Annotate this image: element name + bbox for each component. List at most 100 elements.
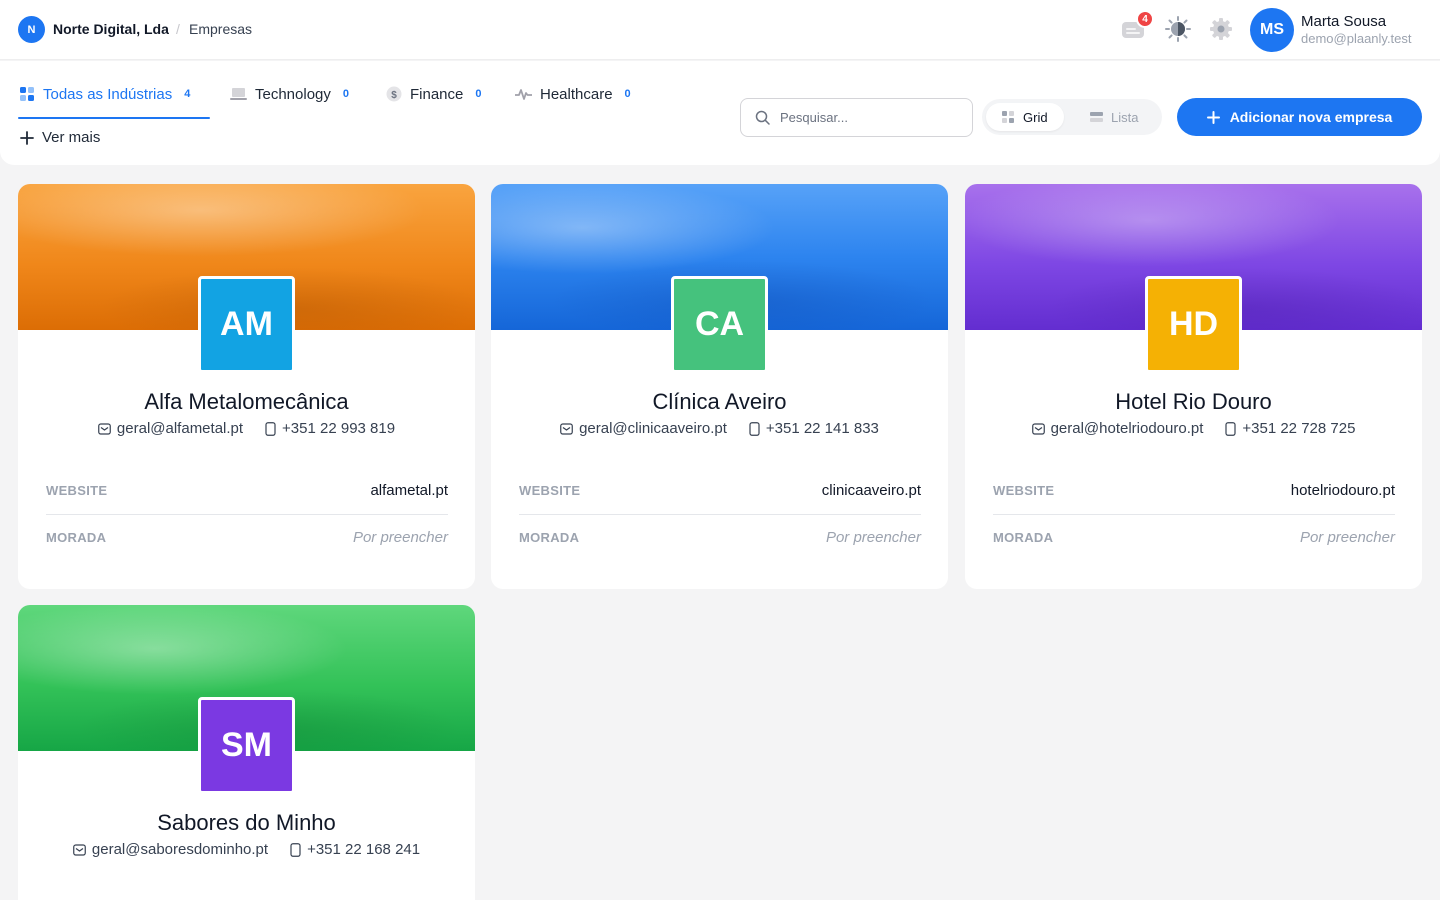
tab-label: Finance	[410, 85, 464, 103]
tab-healthcare[interactable]: Healthcare 0	[515, 83, 631, 105]
mail-icon	[98, 422, 111, 435]
plus-icon	[20, 130, 34, 145]
mail-icon	[73, 843, 86, 856]
mail-icon	[1031, 422, 1045, 435]
website-label: WEBSITE	[46, 483, 108, 498]
active-tab-indicator	[18, 117, 210, 119]
company-name[interactable]: Hotel Rio Douro	[965, 389, 1422, 415]
phone-icon	[749, 421, 760, 436]
svg-text:$: $	[391, 90, 397, 101]
website-value[interactable]: alfametal.pt	[370, 482, 448, 499]
website-label: WEBSITE	[993, 483, 1055, 498]
company-email-text: geral@hotelriodouro.pt	[1050, 420, 1204, 437]
company-card[interactable]: SM Sabores do Minho geral@saboresdominho…	[18, 605, 475, 900]
breadcrumb-page: Empresas	[189, 21, 253, 37]
company-card[interactable]: HD Hotel Rio Douro geral@hotelriodouro.p…	[965, 184, 1422, 589]
company-phone[interactable]: +351 22 993 819	[265, 420, 395, 437]
address-row: MORADA Por preencher	[46, 529, 448, 546]
search-icon	[755, 110, 770, 125]
tab-count: 4	[184, 88, 191, 100]
address-value: Por preencher	[352, 529, 448, 546]
breadcrumb-separator: /	[176, 21, 180, 37]
tab-label: Healthcare	[540, 85, 613, 103]
address-label: MORADA	[46, 530, 107, 545]
company-email[interactable]: geral@alfametal.pt	[98, 420, 243, 437]
divider	[46, 514, 448, 515]
company-phone-text: +351 22 728 725	[1242, 420, 1356, 437]
website-row: WEBSITE hotelriodouro.pt	[993, 482, 1395, 499]
website-value[interactable]: clinicaaveiro.pt	[822, 482, 921, 499]
company-phone[interactable]: +351 22 168 241	[290, 841, 420, 858]
divider	[993, 514, 1395, 515]
view-grid-button[interactable]: Grid	[986, 103, 1064, 131]
gear-icon	[1210, 18, 1232, 40]
tab-technology[interactable]: Technology 0	[230, 83, 349, 105]
company-name[interactable]: Alfa Metalomecânica	[18, 389, 475, 415]
company-logo: AM	[198, 276, 295, 373]
tab-count: 0	[475, 88, 482, 100]
theme-toggle-button[interactable]	[1163, 14, 1193, 44]
list-view-icon	[1090, 111, 1103, 122]
laptop-icon	[230, 88, 247, 100]
grid-view-icon	[1002, 110, 1014, 123]
search-box[interactable]	[740, 98, 973, 137]
sun-moon-icon	[1165, 16, 1191, 42]
address-row: MORADA Por preencher	[993, 529, 1395, 546]
user-avatar[interactable]: MS	[1250, 8, 1294, 52]
company-phone[interactable]: +351 22 141 833	[749, 420, 879, 437]
search-input[interactable]	[780, 110, 950, 125]
tab-count: 0	[624, 88, 631, 100]
user-email: demo@plaanly.test	[1301, 31, 1412, 46]
tab-count: 0	[342, 88, 350, 100]
mail-icon	[560, 422, 573, 435]
phone-icon	[1225, 421, 1236, 436]
address-value: Por preencher	[825, 529, 921, 546]
company-logo: CA	[671, 276, 768, 373]
view-grid-label: Grid	[1023, 109, 1048, 125]
contact-row: geral@hotelriodouro.pt +351 22 728 725	[965, 420, 1422, 437]
company-phone[interactable]: +351 22 728 725	[1225, 420, 1355, 437]
add-company-label: Adicionar nova empresa	[1229, 109, 1393, 125]
tab-all-industries[interactable]: Todas as Indústrias 4	[19, 83, 190, 105]
company-phone-text: +351 22 168 241	[307, 841, 421, 858]
show-more-button[interactable]: Ver mais	[20, 129, 100, 146]
website-row: WEBSITE alfametal.pt	[46, 482, 448, 499]
company-email[interactable]: geral@clinicaaveiro.pt	[560, 420, 727, 437]
website-value[interactable]: hotelriodouro.pt	[1291, 482, 1395, 499]
tab-label: Todas as Indústrias	[43, 85, 173, 103]
view-toggle: Grid Lista	[982, 99, 1162, 135]
contact-row: geral@alfametal.pt +351 22 993 819	[18, 420, 475, 437]
notifications-button[interactable]: 4	[1118, 10, 1154, 44]
org-logo[interactable]: N	[18, 16, 45, 43]
company-logo: SM	[198, 697, 295, 794]
contact-row: geral@saboresdominho.pt +351 22 168 241	[18, 841, 475, 858]
phone-icon	[290, 842, 301, 857]
tab-finance[interactable]: $ Finance 0	[386, 83, 482, 105]
company-email[interactable]: geral@hotelriodouro.pt	[1031, 420, 1204, 437]
user-name[interactable]: Marta Sousa	[1301, 13, 1386, 30]
add-company-button[interactable]: Adicionar nova empresa	[1177, 98, 1422, 136]
company-name[interactable]: Sabores do Minho	[18, 810, 475, 836]
company-email[interactable]: geral@saboresdominho.pt	[73, 841, 268, 858]
grid-icon	[20, 87, 34, 101]
address-row: MORADA Por preencher	[519, 529, 921, 546]
contact-row: geral@clinicaaveiro.pt +351 22 141 833	[491, 420, 948, 437]
settings-button[interactable]	[1206, 14, 1236, 44]
pulse-icon	[515, 89, 532, 100]
company-phone-text: +351 22 993 819	[282, 420, 396, 437]
company-logo: HD	[1145, 276, 1242, 373]
plus-icon	[1206, 110, 1220, 124]
company-card[interactable]: CA Clínica Aveiro geral@clinicaaveiro.pt…	[491, 184, 948, 589]
website-row: WEBSITE clinicaaveiro.pt	[519, 482, 921, 499]
address-label: MORADA	[519, 530, 580, 545]
company-card[interactable]: AM Alfa Metalomecânica geral@alfametal.p…	[18, 184, 475, 589]
view-list-label: Lista	[1111, 109, 1139, 125]
address-label: MORADA	[993, 530, 1054, 545]
company-email-text: geral@alfametal.pt	[116, 420, 244, 437]
filter-bar: Todas as Indústrias 4 Technology 0 $ Fin…	[0, 61, 1440, 165]
phone-icon	[265, 421, 276, 436]
address-value: Por preencher	[1299, 529, 1395, 546]
view-list-button[interactable]: Lista	[1074, 103, 1154, 131]
breadcrumb-org[interactable]: Norte Digital, Lda	[53, 21, 169, 37]
company-name[interactable]: Clínica Aveiro	[491, 389, 948, 415]
